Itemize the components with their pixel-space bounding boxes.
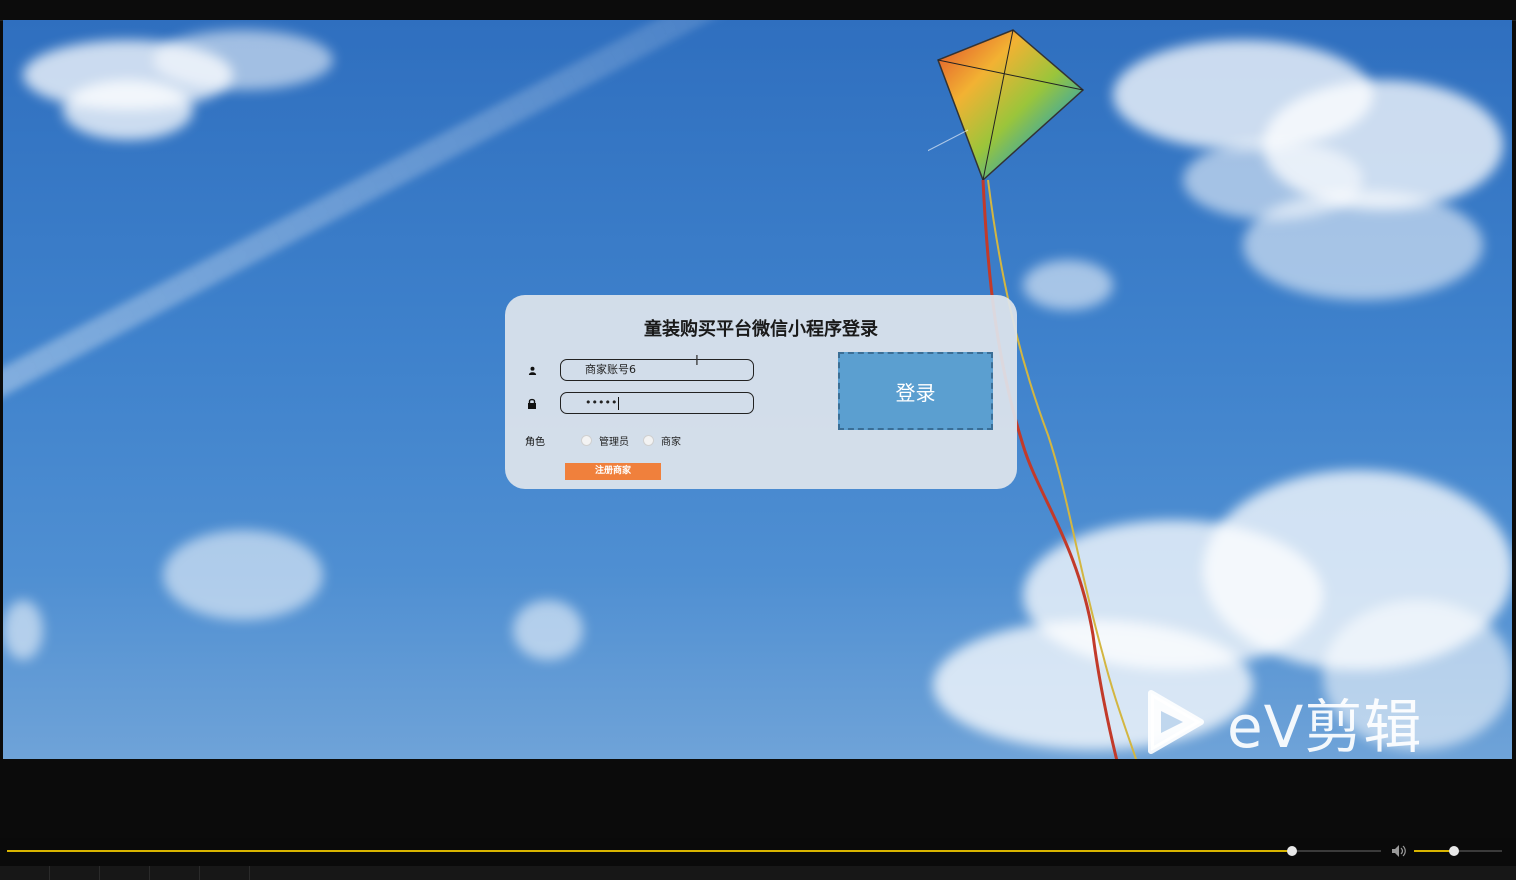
seek-played — [7, 850, 1292, 852]
user-icon — [525, 363, 539, 377]
seek-bar[interactable] — [7, 846, 1381, 856]
lock-icon — [525, 396, 539, 410]
password-field[interactable]: ••••• — [560, 392, 754, 414]
password-value: ••••• — [585, 396, 618, 409]
bottom-toolbar — [0, 866, 1516, 880]
text-caret — [618, 396, 620, 410]
cloud — [1243, 190, 1483, 300]
seek-knob[interactable] — [1286, 846, 1297, 856]
register-merchant-button[interactable]: 注册商家 — [565, 463, 661, 480]
mouse-cursor-icon: I — [695, 354, 699, 369]
login-title: 童装购买平台微信小程序登录 — [644, 319, 878, 340]
username-field[interactable]: 商家账号6 — [560, 359, 754, 381]
volume-level — [1414, 850, 1454, 852]
play-logo-icon — [1148, 690, 1204, 754]
toolbar-cell[interactable] — [200, 866, 250, 880]
username-value: 商家账号6 — [585, 363, 636, 376]
cloud — [153, 30, 333, 90]
top-bar — [0, 0, 1516, 21]
toolbar-cell[interactable] — [50, 866, 100, 880]
ev-watermark: eV剪辑 — [1145, 680, 1422, 759]
cloud — [63, 80, 193, 140]
role-radio-merchant[interactable] — [643, 435, 654, 446]
role-radio-admin[interactable] — [581, 435, 592, 446]
watermark-text: eV剪辑 — [1227, 693, 1423, 759]
cloud — [513, 600, 583, 660]
toolbar-cell[interactable] — [150, 866, 200, 880]
volume-icon[interactable] — [1391, 843, 1407, 862]
login-card: 童装购买平台微信小程序登录 商家账号6 ••••• 角色 管理员 商家 注册商家… — [505, 295, 1017, 489]
volume-knob[interactable] — [1448, 846, 1459, 856]
cloud — [3, 600, 43, 660]
cloud — [163, 530, 323, 620]
toolbar-cell[interactable] — [0, 866, 50, 880]
login-button[interactable]: 登录 — [838, 352, 993, 430]
role-label: 角色 — [525, 437, 545, 448]
toolbar-cell[interactable] — [100, 866, 150, 880]
role-label-merchant: 商家 — [661, 437, 681, 448]
volume-slider[interactable] — [1414, 846, 1502, 856]
role-label-admin: 管理员 — [599, 437, 629, 448]
